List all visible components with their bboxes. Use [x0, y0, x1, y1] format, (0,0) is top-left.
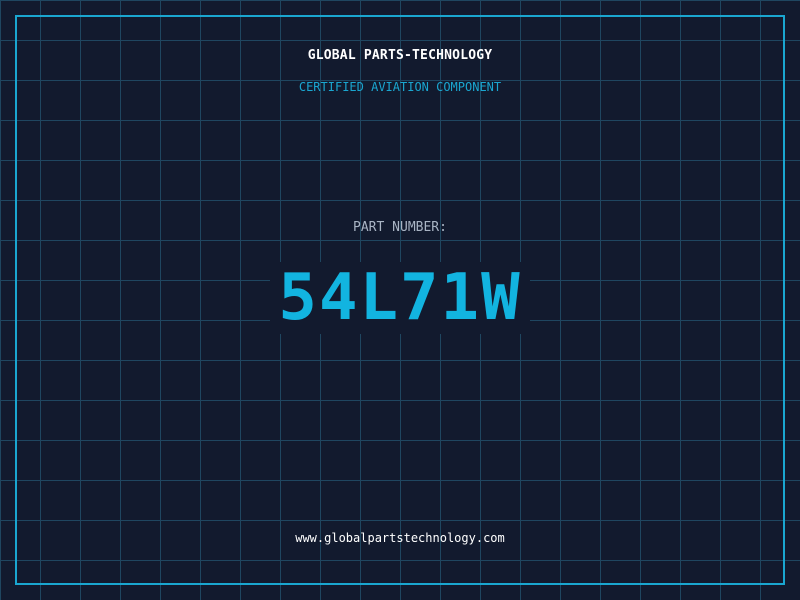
website-url: www.globalpartstechnology.com	[295, 531, 505, 545]
certification-tagline: CERTIFIED AVIATION COMPONENT	[298, 80, 502, 94]
company-name: GLOBAL PARTS-TECHNOLOGY	[307, 48, 493, 63]
part-number-label: PART NUMBER:	[353, 220, 447, 235]
part-number-container: 54L71W	[0, 262, 800, 334]
part-number-value: 54L71W	[270, 262, 530, 334]
label-canvas: GLOBAL PARTS-TECHNOLOGY CERTIFIED AVIATI…	[0, 0, 800, 600]
